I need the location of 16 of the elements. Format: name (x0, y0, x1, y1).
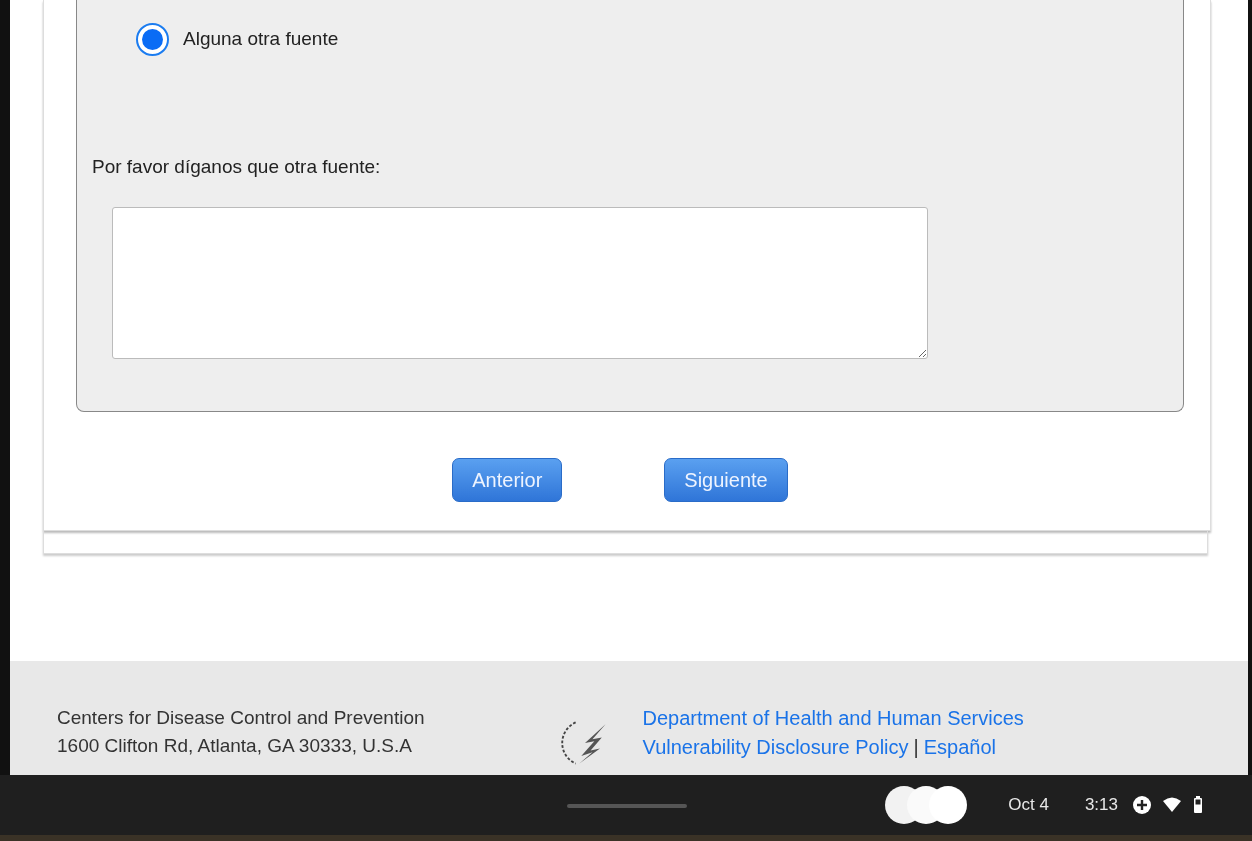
footer-link[interactable]: Department of Health and Human Services (642, 707, 1024, 730)
option-label: Alguna otra fuente (183, 28, 339, 50)
footer-link[interactable]: Vulnerability Disclosure Policy (642, 736, 909, 759)
separator: | (913, 736, 919, 759)
address: 1600 Clifton Rd, Atlanta, GA 30333, U.S.A (57, 735, 413, 757)
radio-button[interactable] (136, 22, 169, 56)
question-label: Por favor díganos que otra fuente: (92, 156, 382, 178)
battery-icon[interactable] (1192, 795, 1204, 815)
time[interactable]: 3:13 (1084, 795, 1118, 815)
date[interactable]: Oct 4 (1008, 795, 1049, 815)
nav-button[interactable]: Anterior (452, 458, 563, 502)
nav-button[interactable]: Siguiente (664, 458, 788, 502)
notification-thumbnails-icon[interactable] (884, 785, 969, 825)
footer-link[interactable]: Español (923, 736, 997, 759)
add-icon[interactable] (1132, 795, 1152, 815)
organization-name: Centers for Disease Control and Prevention (57, 707, 425, 729)
